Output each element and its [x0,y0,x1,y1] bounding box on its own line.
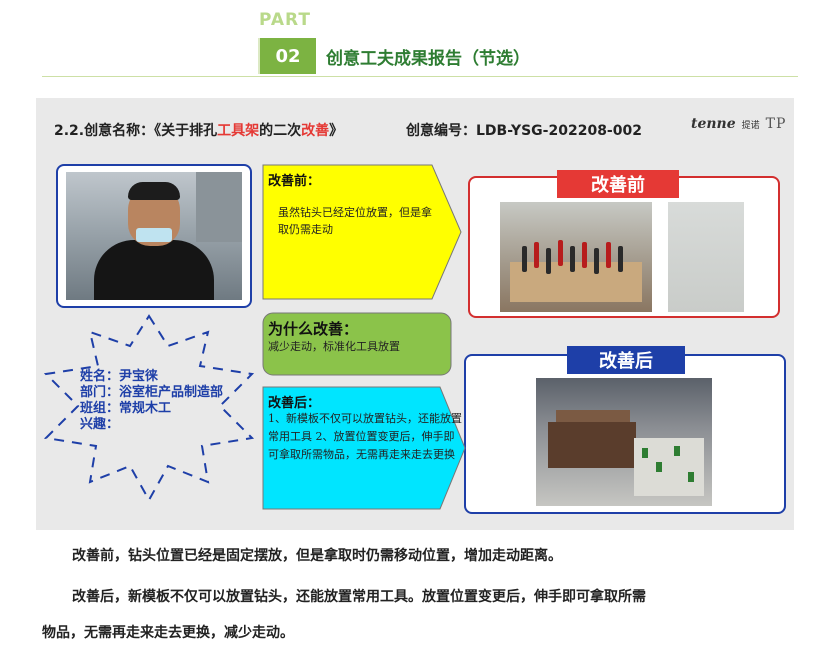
callout-why-body: 减少走动，标准化工具放置 [268,340,400,353]
person-photo [56,164,252,308]
photo-machine [196,172,242,242]
idea-code: 创意编号：LDB-YSG-202208-002 [406,123,642,139]
before-badge: 改善前 [557,170,679,198]
person-name: 姓名：尹宝徕 [80,369,159,384]
idea-title-highlight-2: 改善 [301,123,330,139]
person-info-star: 姓名：尹宝徕 部门：浴室柜产品制造部 班组：常规木工 兴趣： [40,314,258,502]
drill-bit [570,246,575,272]
person-hobby: 兴趣： [80,417,120,432]
company-logo: tenne 提诺 TP [691,111,786,137]
idea-title-mid: 的二次 [259,123,302,139]
callout-after-body: 1、新模板不仅可以放置钻头，还能放置常用工具 2、放置位置变更后，伸手即可拿取所… [268,412,462,461]
callout-after: 改善后： 1、新模板不仅可以放置钻头，还能放置常用工具 2、放置位置变更后，伸手… [262,386,466,510]
callout-why: 为什么改善： 减少走动，标准化工具放置 [262,312,452,376]
paragraph-before: 改善前，钻头位置已经是固定摆放，但是拿取时仍需移动位置，增加走动距离。 [72,548,562,564]
person-photo-image [66,172,242,300]
tool-rack [548,422,636,468]
after-badge: 改善后 [567,346,685,374]
section-divider [42,76,798,77]
tool-tray [634,438,704,496]
idea-title-highlight-1: 工具架 [217,123,260,139]
callout-after-title: 改善后： [268,396,321,411]
photo-mask [136,228,172,242]
logo-mark: TP [765,116,787,132]
part-label: PART [259,10,311,30]
callout-why-title: 为什么改善： [268,320,359,338]
drill-bit [582,242,587,268]
person-team: 班组：常规木工 [80,401,172,416]
callout-before-body: 虽然钻头已经定位放置，但是拿取仍需走动 [278,206,432,236]
before-photo-image [500,202,652,312]
idea-title: 2.2.创意名称：《关于排孔工具架的二次改善》 [54,120,343,140]
photo-hair [128,182,180,200]
drill-bit [546,248,551,274]
report-slide: 2.2.创意名称：《关于排孔工具架的二次改善》 创意编号：LDB-YSG-202… [36,98,794,530]
idea-title-suffix: 》 [329,123,344,139]
section-number: 02 [260,38,316,74]
drill-bit [522,246,527,272]
idea-title-prefix: 2.2.创意名称：《关于排孔 [54,123,218,139]
paragraph-after-cont: 物品，无需再走来走去更换，减少走动。 [42,625,294,641]
section-title: 创意工夫成果报告（节选） [326,49,530,69]
drill-bit [618,246,623,272]
after-photo-frame [464,354,786,514]
logo-brand: tenne [691,116,736,132]
logo-brand-cn: 提诺 [741,120,760,131]
after-photo-image [536,378,712,506]
drill-bit [594,248,599,274]
callout-before: 改善前： 虽然钻头已经定位放置，但是拿取仍需走动 [262,164,462,300]
before-photo-wall [668,202,744,312]
person-info: 姓名：尹宝徕 部门：浴室柜产品制造部 班组：常规木工 兴趣： [80,369,223,433]
drill-bit [606,242,611,268]
callout-before-title: 改善前： [268,174,321,189]
drill-bit [534,242,539,268]
drill-bit [558,240,563,266]
paragraph-after: 改善后，新模板不仅可以放置钻头，还能放置常用工具。放置位置变更后，伸手即可拿取所… [72,589,646,605]
photo-shirt [94,240,214,300]
person-dept: 部门：浴室柜产品制造部 [80,385,224,400]
